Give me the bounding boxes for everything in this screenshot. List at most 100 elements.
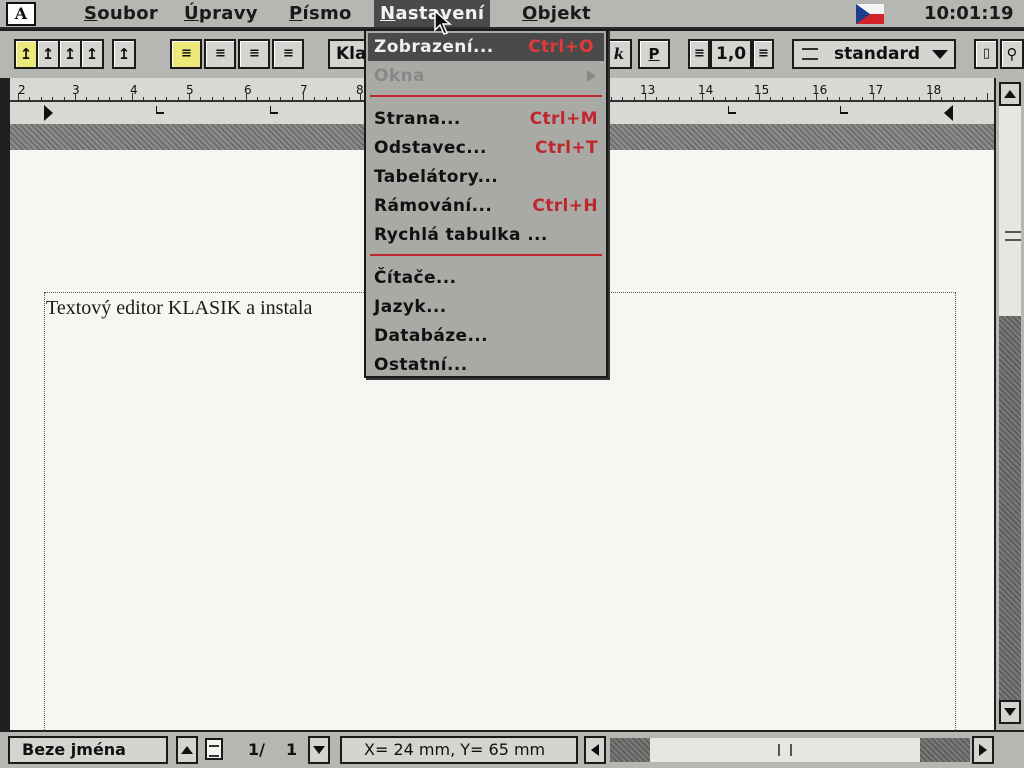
ruler-tick [827,97,829,101]
page-total: 1 [286,740,298,759]
align-center-icon[interactable]: ≡ [204,39,236,69]
menu-item-tabelatory[interactable]: Tabelátory... [374,163,602,191]
ruler-tick [793,97,795,101]
menu-upravy[interactable]: Úpravy [178,0,264,27]
menu-item-jazyk[interactable]: Jazyk... [374,293,602,321]
app-menu-icon[interactable]: A [6,2,36,26]
page-up-button[interactable] [176,736,198,764]
spacing-button-1[interactable]: ↥ [14,39,38,69]
scroll-left-button[interactable] [584,736,606,764]
menu-item-databaze[interactable]: Databáze... [374,322,602,350]
ruler-tick [314,97,316,101]
zoom-icon[interactable]: ⚲ [1000,39,1024,69]
czech-flag-icon[interactable] [856,4,884,24]
spacing-button-2[interactable]: ↥ [36,39,60,69]
ruler-number: 15 [754,83,770,97]
vertical-scroll-track[interactable] [999,316,1021,700]
ruler-tick [75,93,76,101]
tab-stop-marker[interactable] [840,106,848,114]
ruler-tick [177,97,179,101]
menu-separator [370,254,602,256]
right-margin-marker[interactable] [944,105,953,121]
left-margin-marker[interactable] [44,105,53,121]
menu-item-zobrazeni[interactable]: Zobrazení... Ctrl+O [368,33,604,61]
ruler-tick [143,97,145,101]
ruler-tick [189,93,190,101]
spacing-button-5[interactable]: ↥ [112,39,136,69]
ruler-tick [257,97,259,101]
ruler-tick [736,97,738,101]
ruler-tick [724,97,726,101]
scroll-down-button[interactable] [999,700,1021,724]
tab-stop-marker[interactable] [728,106,736,114]
menu-nastaveni[interactable]: Nastavení [374,0,491,27]
ruler-tick [291,97,293,101]
horizontal-scroll-thumb[interactable] [650,738,920,762]
paragraph-style-select[interactable]: standard [792,39,956,69]
ruler-number: 14 [698,83,714,97]
ruler-tick [975,97,977,101]
page-down-button[interactable] [308,736,330,764]
ruler-tick [63,97,65,101]
ruler-tick [987,93,988,101]
ruler-tick [154,97,156,101]
menu-item-strana[interactable]: Strana... Ctrl+M [374,105,602,133]
vertical-scrollbar[interactable] [996,78,1024,730]
horizontal-scrollbar[interactable] [584,736,996,764]
ruler-number: 18 [926,83,942,97]
ruler-tick [246,93,247,101]
ruler-tick [325,97,327,101]
font-name-field[interactable]: Kla [328,39,368,69]
ruler-number: 16 [812,83,828,97]
mouse-pointer-icon [434,10,452,35]
menu-bar: A Soubor Úpravy Písmo Nastavení Objekt 1… [0,0,1024,29]
menu-item-ostatni[interactable]: Ostatní... [374,351,602,379]
filename-field: Beze jména [8,736,168,764]
ruler-tick [337,97,339,101]
ruler-tick [804,97,806,101]
ruler-tick [223,97,225,101]
ruler-tick [656,97,658,101]
ruler-tick [930,93,931,101]
ruler-tick [679,97,681,101]
cursor-coordinates: X= 24 mm, Y= 65 mm [340,736,578,764]
p-button[interactable]: P [638,39,670,69]
scroll-right-button[interactable] [972,736,994,764]
spacing-button-4[interactable]: ↥ [80,39,104,69]
line-spacing-up-icon[interactable]: ≡ [752,39,774,69]
menu-pismo[interactable]: Písmo [283,0,358,27]
ruler-tick [964,97,966,101]
horizontal-scroll-track[interactable] [920,738,970,762]
ruler-tick [941,97,943,101]
align-right-icon[interactable]: ≡ [238,39,270,69]
tab-stop-marker[interactable] [270,106,278,114]
document-view-icon[interactable]: ▯ [974,39,998,69]
ruler-tick [816,93,817,101]
menu-item-rychla-tabulka[interactable]: Rychlá tabulka ... [374,221,602,249]
ruler-number: 2 [18,83,26,97]
ruler-tick [200,97,202,101]
menu-objekt[interactable]: Objekt [516,0,597,27]
line-spacing-field[interactable]: 1,0 [710,39,752,69]
arrow-down-icon [1004,708,1016,716]
scroll-up-button[interactable] [999,82,1021,106]
menu-item-citace[interactable]: Čítače... [374,264,602,292]
tab-stop-marker[interactable] [156,106,164,114]
menu-item-okna[interactable]: Okna [374,62,602,90]
ruler-tick [280,97,282,101]
ruler-tick [52,97,54,101]
ruler-tick [645,93,646,101]
paragraph-style-icon [802,48,818,60]
align-justify-icon[interactable]: ≡ [272,39,304,69]
line-spacing-down-icon[interactable]: ≡ [688,39,710,69]
horizontal-scroll-track[interactable] [610,738,650,762]
italic-button[interactable]: k [606,39,632,69]
menu-item-ramovani[interactable]: Rámování... Ctrl+H [374,192,602,220]
ruler-number: 13 [640,83,656,97]
spacing-button-3[interactable]: ↥ [58,39,82,69]
submenu-arrow-icon [587,70,596,82]
vertical-scroll-thumb[interactable] [999,106,1021,316]
align-left-icon[interactable]: ≡ [170,39,202,69]
menu-soubor[interactable]: Soubor [78,0,164,27]
menu-item-odstavec[interactable]: Odstavec... Ctrl+T [374,134,602,162]
